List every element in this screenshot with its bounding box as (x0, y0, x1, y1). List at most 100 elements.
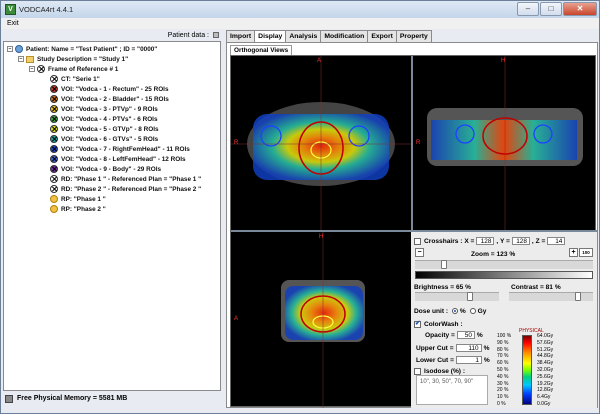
tree-node-voi[interactable]: VOI: "Vodca - 4 - PTVs" - 6 ROIs (50, 114, 158, 124)
tree-node-voi[interactable]: VOI: "Vodca - 3 - PTVp" - 9 ROIs (50, 104, 158, 114)
patient-icon (15, 45, 23, 53)
tree-node-rd[interactable]: RD: "Phase 2 " - Referenced Plan = "Phas… (50, 184, 201, 194)
tab-analysis[interactable]: Analysis (285, 30, 322, 42)
view-label-r: R (234, 140, 239, 146)
view-label-h: H (501, 58, 506, 64)
opacity-spinner[interactable]: 50 (456, 331, 475, 339)
frame-icon (37, 65, 45, 73)
isodose-values-field[interactable]: 10", 30, 50", 70, 90" (416, 375, 488, 405)
contrast-row: Contrast = 81 % (511, 283, 561, 291)
y-spinner[interactable]: 128 (511, 237, 530, 245)
legend-gy-label: 64.0Gy (537, 333, 554, 339)
voi-icon (50, 115, 58, 123)
main-panel: Import Display Analysis Modification Exp… (226, 30, 598, 408)
legend-percent-label: 70 % (497, 353, 509, 360)
tab-import[interactable]: Import (226, 30, 256, 42)
legend-gy-label: 38.4Gy (537, 360, 554, 367)
close-button[interactable]: ✕ (563, 2, 597, 16)
voi-icon (50, 155, 58, 163)
z-spinner[interactable]: 14 (547, 237, 566, 245)
tree-node-rp[interactable]: RP: "Phase 2 " (50, 204, 106, 214)
menu-exit[interactable]: Exit (7, 20, 19, 27)
legend-percent-label: 40 % (497, 373, 509, 380)
brightness-slider[interactable] (415, 292, 499, 301)
axial-view[interactable] (231, 56, 411, 230)
app-icon: V (5, 4, 16, 15)
contrast-slider[interactable] (509, 292, 593, 301)
plan-gear-icon (50, 205, 58, 213)
legend-percent-label: 60 % (497, 360, 509, 367)
tree-node-patient[interactable]: − Patient: Name = "Test Patient" ; ID = "… (7, 44, 157, 54)
colorwash-checkbox[interactable] (414, 319, 421, 328)
legend-gy-label: 32.0Gy (537, 367, 554, 373)
sagittal-view[interactable] (231, 232, 411, 408)
x-spinner[interactable]: 128 (476, 237, 495, 245)
memory-icon (5, 395, 13, 403)
pin-icon[interactable] (213, 32, 219, 38)
tree-node-voi[interactable]: VOI: "Vodca - 1 - Rectum" - 25 ROIs (50, 84, 169, 94)
legend-gy-label: 19.2Gy (537, 380, 554, 387)
dose-percent-radio[interactable] (451, 308, 458, 314)
tree-node-voi[interactable]: VOI: "Vodca - 6 - GTVs" - 5 ROIs (50, 134, 158, 144)
tab-export[interactable]: Export (367, 30, 397, 42)
menu-bar: Exit (1, 18, 599, 29)
legend-percent-label: 0 % (497, 401, 506, 407)
tree-node-rp[interactable]: RP: "Phase 1 " (50, 194, 106, 204)
application-window: V VODCA4rt 4.4.1 – □ ✕ Exit Patient data… (0, 0, 600, 414)
patient-data-panel: Patient data : − Patient: Name = "Test Pa… (3, 30, 221, 408)
tree-node-ct[interactable]: CT: "Serie 1" (50, 74, 100, 84)
dose-gy-radio[interactable] (469, 308, 476, 314)
tree-node-voi[interactable]: VOI: "Vodca - 8 - LeftFemHead" - 12 ROIs (50, 154, 186, 164)
opacity-row: Opacity = 50% (425, 331, 483, 339)
legend-percent-label: 100 % (497, 333, 512, 339)
legend-percent-label: 10 % (497, 394, 509, 401)
legend-percent-label: 20 % (497, 387, 509, 394)
zoom-in-icon[interactable]: + (569, 248, 578, 257)
voi-icon (50, 105, 58, 113)
plan-gear-icon (50, 195, 58, 203)
voi-icon (50, 145, 58, 153)
patient-tree: − Patient: Name = "Test Patient" ; ID = "… (3, 41, 221, 391)
voi-icon (50, 125, 58, 133)
maximize-button[interactable]: □ (540, 2, 562, 16)
tree-node-study[interactable]: − Study Description = "Study 1" (18, 54, 128, 64)
tree-node-voi[interactable]: VOI: "Vodca - 5 - GTVp" - 8 ROIs (50, 124, 159, 134)
colorwash-row: ColorWash : (414, 319, 463, 329)
grayscale-bar (415, 271, 593, 279)
tab-orthogonal-views[interactable]: Orthogonal Views (230, 45, 293, 55)
tab-modification[interactable]: Modification (320, 30, 369, 42)
orthogonal-viewer[interactable]: A R H R H A Crosshairs : X = 128 , Y = 128… (230, 55, 597, 408)
legend-gy-label: 57.6Gy (537, 339, 554, 346)
crosshairs-checkbox[interactable] (414, 237, 421, 245)
zoom-out-icon[interactable]: − (415, 248, 424, 257)
legend-gy-label: 25.6Gy (537, 373, 554, 380)
tree-node-voi[interactable]: VOI: "Vodca - 2 - Bladder" - 15 ROIs (50, 94, 169, 104)
tree-node-rd[interactable]: RD: "Phase 1 " - Referenced Plan = "Phas… (50, 174, 201, 184)
zoom-slider[interactable] (415, 260, 593, 269)
memory-status: Free Physical Memory = 5581 MB (3, 392, 221, 406)
legend-gy-label: 44.8Gy (537, 353, 554, 360)
upper-cut-row: Upper Cut = 110% (416, 344, 490, 352)
zoom-row: Zoom = 123 % (471, 250, 516, 258)
isodose-checkbox[interactable] (414, 367, 421, 375)
tab-bar: Import Display Analysis Modification Exp… (226, 30, 432, 43)
legend-gy-label: 12.8Gy (537, 387, 554, 394)
tab-property[interactable]: Property (395, 30, 432, 42)
tree-node-voi[interactable]: VOI: "Vodca - 9 - Body" - 29 ROIs (50, 164, 161, 174)
dose-unit-row: Dose unit : % Gy (414, 307, 487, 315)
tree-node-voi[interactable]: VOI: "Vodca - 7 - RightFemHead" - 11 ROI… (50, 144, 190, 154)
dose-icon (50, 175, 58, 183)
crosshairs-row: Crosshairs : X = 128 , Y = 128 , Z = 14 (414, 236, 567, 246)
dose-legend: PHYSICAL 100 % 64.0Gy 90 % 57.6Gy 80 % 51.2Gy… (491, 328, 595, 408)
coronal-view[interactable] (413, 56, 597, 230)
zoom-100-button[interactable]: 100 (579, 248, 593, 257)
view-label-a: A (234, 316, 239, 322)
upper-cut-spinner[interactable]: 110 (455, 344, 482, 352)
voi-icon (50, 95, 58, 103)
lower-cut-spinner[interactable]: 1 (455, 356, 482, 364)
tree-node-frame[interactable]: − Frame of Reference # 1 (29, 64, 118, 74)
minimize-button[interactable]: – (517, 2, 539, 16)
panel-header: Patient data : (167, 32, 209, 39)
lower-cut-row: Lower Cut = 1% (416, 356, 490, 364)
display-tab-content: Orthogonal Views A R H R H A Crosshairs … (226, 42, 598, 408)
